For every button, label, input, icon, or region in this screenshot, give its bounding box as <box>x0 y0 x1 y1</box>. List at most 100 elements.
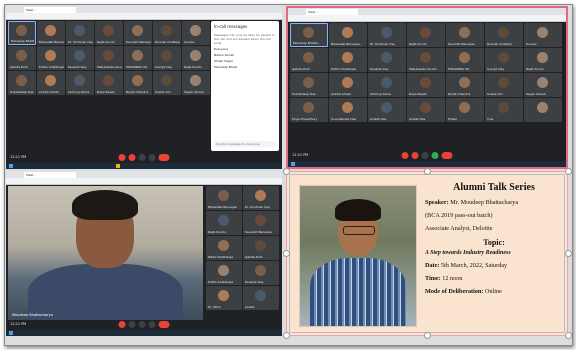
participant-tile[interactable]: Saurabh Banerjee <box>446 23 484 47</box>
captions-button[interactable] <box>138 154 146 161</box>
participant-tile[interactable]: Sneha Giri <box>153 71 181 95</box>
captions-button[interactable] <box>421 152 429 159</box>
participant-avatar <box>161 74 172 86</box>
participant-tile[interactable]: Mahasweta Ghosh <box>95 46 123 70</box>
participant-tile[interactable]: Moudeep Bhatta.. <box>290 23 328 47</box>
camera-off-button[interactable] <box>411 152 419 159</box>
participant-tile[interactable]: Rajib Kundu <box>524 48 562 72</box>
participant-tile[interactable]: Ankita Ghosh <box>37 71 65 95</box>
participant-tile[interactable]: Kaushik Dey <box>368 48 406 72</box>
captions-button[interactable] <box>138 321 146 328</box>
resize-handle[interactable] <box>283 332 290 339</box>
participant-tile[interactable]: Soumabrata Das <box>329 98 367 122</box>
participant-tile[interactable]: Biswadeb Benerjee.. <box>329 23 367 47</box>
end-call-button[interactable] <box>158 154 170 161</box>
start-icon[interactable] <box>291 162 295 166</box>
participant-tile[interactable]: Dr. Krishnan Dey <box>368 23 406 47</box>
resize-handle[interactable] <box>424 332 431 339</box>
participant-tile[interactable]: Biswadeb Benerjee <box>206 186 242 210</box>
participant-tile[interactable]: Tina <box>485 98 523 122</box>
participant-tile[interactable]: Anikat Das <box>407 98 445 122</box>
participant-tile[interactable]: Rounak Chatterji <box>153 21 181 45</box>
participant-tile[interactable]: Kaushik Dey <box>243 261 279 285</box>
end-call-button[interactable] <box>158 321 170 328</box>
participant-tile[interactable]: MOLINDRA UR <box>446 48 484 72</box>
participant-name: Abhirup Sinha <box>370 92 392 96</box>
participant-name: Sneha Giri <box>155 90 171 94</box>
start-icon[interactable] <box>9 331 13 335</box>
photo-glasses <box>343 226 375 235</box>
participant-tile[interactable]: Rajib Kundu <box>95 21 123 45</box>
participant-tile[interactable] <box>524 98 562 122</box>
participant-tile[interactable]: Sourav <box>182 21 210 45</box>
participant-tile[interactable]: Priya Chowdhury <box>290 98 328 122</box>
participant-tile[interactable]: Ranjit Chandra <box>124 71 152 95</box>
participant-tile[interactable]: Rajib Kundu <box>407 23 445 47</box>
participant-tile[interactable]: Sayan Ghosh <box>182 71 210 95</box>
camera-off-button[interactable] <box>128 154 136 161</box>
participant-tile[interactable]: Sayan Ghosh <box>524 73 562 97</box>
chrome-icon[interactable] <box>116 164 120 168</box>
participant-tile[interactable]: Dr. Krishnan Dey <box>243 186 279 210</box>
participant-tile[interactable]: Rajib Kundu <box>182 46 210 70</box>
participant-name: Rounak Chatterji <box>487 42 513 46</box>
participant-tile[interactable]: Sneha Giri <box>485 73 523 97</box>
participant-name: Suvojit Dey <box>155 65 173 69</box>
participant-tile[interactable]: Suvojit Dey <box>485 48 523 72</box>
start-icon[interactable] <box>9 164 13 168</box>
participant-tile[interactable]: Rupa Basak <box>407 73 445 97</box>
address-bar[interactable] <box>288 15 566 22</box>
present-button[interactable] <box>148 154 156 161</box>
participant-tile[interactable]: Dr. Afroz <box>206 286 242 310</box>
address-bar[interactable] <box>6 178 282 185</box>
participant-tile[interactable]: Saurabh Banerjee <box>124 21 152 45</box>
participant-tile[interactable]: Suvojit Dey <box>153 46 181 70</box>
participant-tile[interactable]: Subhadeep Das <box>290 73 328 97</box>
camera-button[interactable] <box>128 321 136 328</box>
participant-tile[interactable]: Biswadeb Benerjee.. <box>37 21 65 45</box>
participant-name: Rajib Kundu <box>409 42 427 46</box>
participant-tile[interactable]: Rounak Chatterji <box>485 23 523 47</box>
participant-tile[interactable]: Abhirup Sinha <box>368 73 406 97</box>
resize-handle[interactable] <box>424 168 431 175</box>
participant-tile[interactable]: Abhirup Sinha <box>66 71 94 95</box>
participant-tile[interactable]: Ankita Ghosh <box>329 73 367 97</box>
participant-tile[interactable]: Dr. Krishnan Dey <box>66 21 94 45</box>
participant-tile[interactable]: Kaushik Dey <box>66 46 94 70</box>
mic-off-button[interactable] <box>401 152 409 159</box>
resize-handle[interactable] <box>283 250 290 257</box>
resize-handle[interactable] <box>565 168 572 175</box>
participant-tile[interactable]: Saurabh Banerjee <box>243 211 279 235</box>
mic-off-button[interactable] <box>118 154 126 161</box>
resize-handle[interactable] <box>565 250 572 257</box>
participant-tile[interactable]: MOLINDRA UR <box>124 46 152 70</box>
participant-tile[interactable]: Moudeep Bhatta.. <box>8 21 36 45</box>
participant-tile[interactable]: Ipshita Dutt <box>243 236 279 260</box>
participant-tile[interactable]: Pritha Chatterjee <box>206 261 242 285</box>
participant-avatar <box>420 76 431 88</box>
participant-tile[interactable]: Sourav <box>524 23 562 47</box>
participant-tile[interactable]: Anikat <box>243 286 279 310</box>
participant-name: Sourav <box>526 42 537 46</box>
participant-tile[interactable]: Subhadeep Das <box>8 71 36 95</box>
end-call-button[interactable] <box>441 152 453 159</box>
participant-tile[interactable]: Ritika Chatterjee <box>206 236 242 260</box>
chat-input[interactable]: Send a message to everyone <box>214 141 276 147</box>
address-bar[interactable] <box>6 13 282 20</box>
mic-off-button[interactable] <box>118 321 126 328</box>
participant-tile[interactable]: Rupa Basak <box>95 71 123 95</box>
participant-tile[interactable]: Pritha Chatterjee <box>329 48 367 72</box>
participant-tile[interactable]: Pritha Chatterjee <box>37 46 65 70</box>
present-button[interactable] <box>148 321 156 328</box>
participant-tile[interactable]: Ipshita Dutt <box>290 48 328 72</box>
participant-tile[interactable]: Mahasweta Ghosh <box>407 48 445 72</box>
participant-tile[interactable]: Anikat Das <box>368 98 406 122</box>
participant-tile[interactable]: Ranjit Chandra <box>446 73 484 97</box>
resize-handle[interactable] <box>283 168 290 175</box>
participant-tile[interactable]: Pinaki <box>446 98 484 122</box>
participant-tile[interactable]: Ipshita Dutt <box>8 46 36 70</box>
speaker-name: Mr. Moudeep Bhattacharya <box>450 199 519 206</box>
resize-handle[interactable] <box>565 332 572 339</box>
participant-tile[interactable]: Rajib Kundu <box>206 211 242 235</box>
present-button[interactable] <box>431 152 439 159</box>
